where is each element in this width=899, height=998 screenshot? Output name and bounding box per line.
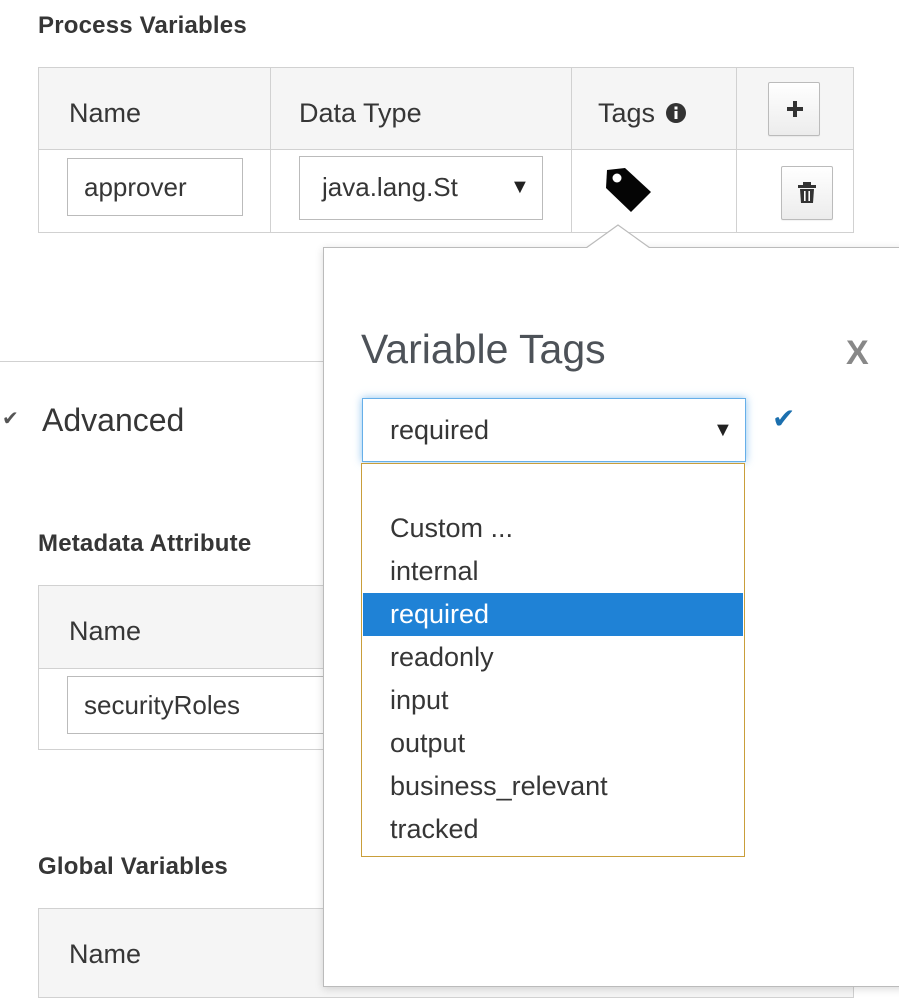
global-variables-title: Global Variables [38,853,228,880]
popover-arrow [586,224,650,250]
metadata-attributes-table: Name securityRoles [38,585,367,750]
process-variables-table: Name Data Type Tags approver java.lang.S… [38,67,854,233]
column-header-tags: Tags [598,98,687,129]
add-variable-button[interactable] [768,82,820,136]
tag-option-required[interactable]: required [363,593,743,636]
variable-name-input[interactable]: approver [67,158,243,216]
info-circle-icon[interactable] [665,102,687,124]
process-variables-title: Process Variables [38,12,247,39]
column-header-data-type: Data Type [299,98,422,128]
tag-option-output[interactable]: output [363,722,743,765]
caret-down-icon: ▼ [510,176,530,198]
column-header-name: Name [69,616,142,646]
tag-select-value: required [390,415,490,445]
column-header-name: Name [69,939,142,969]
metadata-attributes-title: Metadata Attribute [38,530,252,557]
data-type-select[interactable]: java.lang.St ▼ [299,156,543,220]
section-divider [0,361,324,362]
tag-option-readonly[interactable]: readonly [363,636,743,679]
column-header-name: Name [69,98,142,128]
tag-option-internal[interactable]: internal [363,550,743,593]
close-popover-button[interactable]: X [846,334,869,373]
tag-option-custom[interactable]: Custom ... [363,507,743,550]
delete-variable-button[interactable] [781,166,833,220]
tag-option-input[interactable]: input [363,679,743,722]
tags-header-label: Tags [598,98,656,128]
caret-down-icon: ▼ [713,419,733,441]
table-header [39,68,853,150]
advanced-section-label[interactable]: Advanced [42,402,184,439]
metadata-name-input[interactable]: securityRoles [67,676,367,734]
data-type-value: java.lang.St [322,172,458,202]
collapse-toggle-icon[interactable]: ✔ [2,406,19,431]
tag-select[interactable]: required ▼ [362,398,746,462]
popover-title: Variable Tags [361,326,606,372]
tag-options-dropdown[interactable]: Custom ... internal required readonly in… [361,463,745,857]
tag-icon[interactable] [603,164,655,214]
trash-icon [798,182,816,203]
tag-option-business-relevant[interactable]: business_relevant [363,765,743,808]
confirm-check-icon[interactable]: ✔ [772,402,795,435]
tag-option-tracked[interactable]: tracked [363,808,743,851]
